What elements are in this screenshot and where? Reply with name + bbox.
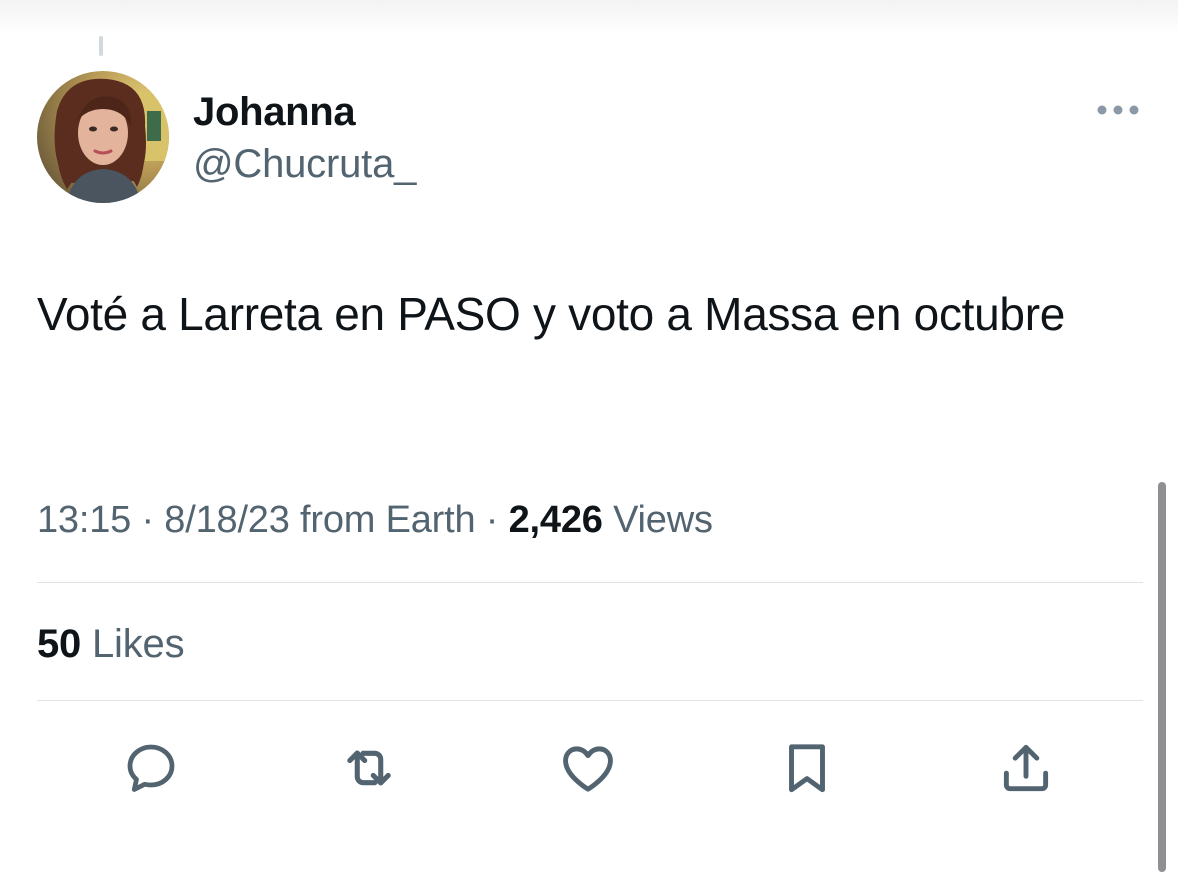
- top-status-area: [0, 0, 1178, 34]
- like-button[interactable]: [556, 736, 620, 800]
- profile-photo-icon: [37, 71, 169, 203]
- tweet-time[interactable]: 13:15: [37, 499, 131, 541]
- retweet-button[interactable]: [337, 736, 401, 800]
- divider: [37, 700, 1143, 701]
- share-button[interactable]: [994, 736, 1058, 800]
- meta-separator: ·: [485, 499, 499, 541]
- more-horizontal-icon: [1097, 105, 1139, 115]
- bookmark-icon: [789, 744, 825, 793]
- display-name[interactable]: Johanna: [193, 88, 356, 136]
- tweet-text: Voté a Larreta en PASO y voto a Massa en…: [37, 288, 1066, 340]
- likes-stat[interactable]: 50 Likes: [37, 618, 185, 670]
- avatar[interactable]: [37, 71, 169, 203]
- likes-count: 50: [37, 622, 82, 666]
- tweet-metadata: 13:15 · 8/18/23 from Earth · 2,426 Views: [37, 494, 713, 546]
- divider: [37, 582, 1143, 583]
- more-options-button[interactable]: [1088, 92, 1148, 128]
- user-handle[interactable]: @Chucruta_: [193, 140, 416, 188]
- bookmark-button[interactable]: [775, 736, 839, 800]
- scrollbar[interactable]: [1158, 482, 1166, 872]
- tweet-source: from Earth: [300, 499, 476, 541]
- views-count[interactable]: 2,426: [509, 499, 603, 541]
- reply-button[interactable]: [119, 736, 183, 800]
- tweet-date[interactable]: 8/18/23: [164, 499, 290, 541]
- likes-label: Likes: [92, 622, 185, 666]
- retweet-icon: [347, 750, 391, 786]
- thread-connector-line: [99, 36, 103, 56]
- views-label: Views: [613, 499, 713, 541]
- meta-separator: ·: [141, 499, 154, 541]
- reply-icon: [127, 744, 175, 792]
- heart-icon: [563, 746, 613, 792]
- share-icon: [1003, 744, 1049, 792]
